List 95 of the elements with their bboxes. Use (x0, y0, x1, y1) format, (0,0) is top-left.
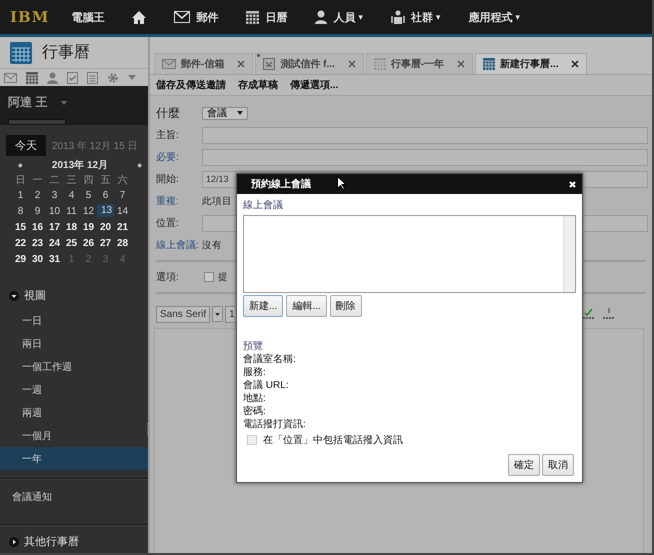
field-label: 開始: (156, 173, 180, 186)
calendar-day[interactable]: 12 (80, 204, 97, 220)
calendar-day[interactable]: 6 (97, 188, 114, 204)
calendar-day[interactable]: 23 (29, 236, 46, 252)
views-section-header[interactable]: 視圖 (0, 282, 148, 310)
section-title: 預覽 (243, 340, 264, 353)
month-title: 2013年 12月 (52, 158, 108, 172)
field-label: 位置: (156, 216, 180, 230)
calendar-day[interactable]: 27 (97, 236, 114, 252)
today-button[interactable]: 今天 (6, 135, 46, 156)
dialog-button[interactable]: 取消 (542, 454, 574, 476)
document-tab[interactable]: 行事曆-一年 (366, 53, 474, 74)
other-calendars-header[interactable]: 其他行事曆 (0, 526, 148, 553)
toolbar-action[interactable]: 儲存及傳送邀請 (156, 78, 226, 92)
dialog-title: 預約線上會議 (251, 177, 311, 191)
preview-label: 服務: (243, 366, 267, 379)
preview-label: 密碼: (243, 405, 267, 418)
calendar-day[interactable]: 28 (114, 236, 131, 252)
font-dropdown[interactable]: Sans Serif (156, 306, 210, 322)
field-label: 選項: (156, 271, 180, 284)
calendar-day[interactable]: 7 (114, 188, 131, 204)
nav-menu-item[interactable]: 郵件 (174, 10, 218, 24)
view-item[interactable]: 兩週 (0, 401, 148, 424)
dialog-button[interactable]: 編輯... (286, 295, 327, 317)
field-label: 什麼 (156, 104, 181, 122)
document-tab[interactable]: 新建行事曆... (475, 53, 588, 74)
view-item[interactable]: 一週 (0, 378, 148, 402)
user-name[interactable]: 阿達 王 (8, 94, 48, 112)
calendar-day[interactable]: 21 (114, 220, 131, 236)
calendar-day[interactable]: 29 (12, 252, 29, 268)
calendar-day[interactable]: 17 (46, 220, 63, 236)
view-item[interactable]: 一個工作週 (0, 355, 148, 378)
calendar-day[interactable]: 10 (46, 204, 63, 220)
checkbox-label: 提 (218, 270, 228, 284)
preview-label: 電話撥打資訊: (243, 418, 307, 431)
calendar-day[interactable]: 13 (97, 204, 114, 218)
document-tab[interactable]: 郵件-信箱 (154, 53, 254, 74)
nav-menu-item[interactable]: 人員 ▾ (315, 10, 363, 24)
calendar-day[interactable]: 18 (63, 220, 80, 236)
view-item[interactable]: 一年 (0, 447, 148, 470)
view-item[interactable]: 一個月 (0, 424, 148, 448)
field-link[interactable]: 重複: (156, 194, 202, 208)
app-title: 行事曆 (42, 42, 90, 64)
today-date: 2013 年 12月 15 日 (52, 140, 138, 153)
field-label: 主旨: (156, 128, 180, 142)
field-value: 此項目 (202, 194, 232, 208)
calendar-day[interactable]: 26 (80, 236, 97, 252)
calendar-day[interactable]: 20 (97, 220, 114, 236)
section-title: 線上會議 (243, 198, 284, 212)
preview-label: 會議室名稱: (243, 353, 297, 366)
dialog-button[interactable]: 刪除 (330, 295, 362, 317)
calendar-day[interactable]: 8 (12, 204, 29, 220)
nav-menu-item[interactable]: 日曆 (246, 10, 288, 24)
toolbar-action[interactable]: 存成草稿 (238, 78, 278, 92)
field-link[interactable]: 必要: (156, 150, 202, 164)
weekday-label: 四 (82, 174, 94, 188)
calendar-day[interactable]: 19 (80, 220, 97, 236)
calendar-day[interactable]: 24 (46, 236, 63, 252)
calendar-day[interactable]: 11 (63, 204, 80, 220)
meeting-notices-link[interactable]: 會議通知 (0, 480, 148, 516)
weekday-label: 一 (32, 174, 44, 188)
weekday-label: 日 (14, 174, 26, 188)
nav-menu-item[interactable]: 電腦王 (71, 10, 104, 24)
preview-label: 地點: (243, 392, 267, 405)
calendar-day[interactable]: 31 (46, 252, 63, 268)
view-item[interactable]: 一日 (0, 309, 148, 332)
calendar-day[interactable]: 5 (80, 188, 97, 204)
calendar-day[interactable]: 1 (12, 188, 29, 204)
dialog-button[interactable]: 確定 (508, 454, 540, 476)
document-tab[interactable]: 測試信件 f... (255, 53, 364, 74)
calendar-day[interactable]: 30 (29, 252, 46, 268)
weekday-label: 六 (116, 174, 128, 188)
type-dropdown[interactable]: 會議 (202, 106, 248, 120)
weekday-label: 二 (48, 174, 60, 188)
calendar-day[interactable]: 4 (63, 188, 80, 204)
preview-label: 會議 URL: (243, 379, 290, 392)
toolbar-action[interactable]: 傳遞選項... (290, 78, 338, 92)
weekday-label: 五 (100, 174, 112, 188)
calendar-day[interactable]: 14 (114, 204, 131, 220)
field-link[interactable]: 線上會議: (156, 238, 202, 252)
calendar-day[interactable]: 25 (63, 236, 80, 252)
calendar-day[interactable]: 9 (29, 204, 46, 220)
weekday-label: 三 (66, 174, 78, 188)
field-value: 沒有 (202, 238, 222, 252)
calendar-day[interactable]: 3 (46, 188, 63, 204)
nav-menu-item[interactable]: 社群 ▾ (390, 10, 440, 24)
calendar-day[interactable]: 2 (29, 188, 46, 204)
calendar-day[interactable]: 16 (29, 220, 46, 236)
calendar-day[interactable]: 15 (12, 220, 29, 236)
view-item[interactable]: 兩日 (0, 332, 148, 356)
logo[interactable]: IBM (10, 8, 50, 26)
dialog-button[interactable]: 新建... (243, 295, 284, 317)
calendar-day[interactable]: 22 (12, 236, 29, 252)
nav-menu-item[interactable]: 應用程式 ▾ (468, 10, 520, 24)
checkbox-label: 在「位置」中包括電話撥入資訊 (263, 434, 403, 447)
